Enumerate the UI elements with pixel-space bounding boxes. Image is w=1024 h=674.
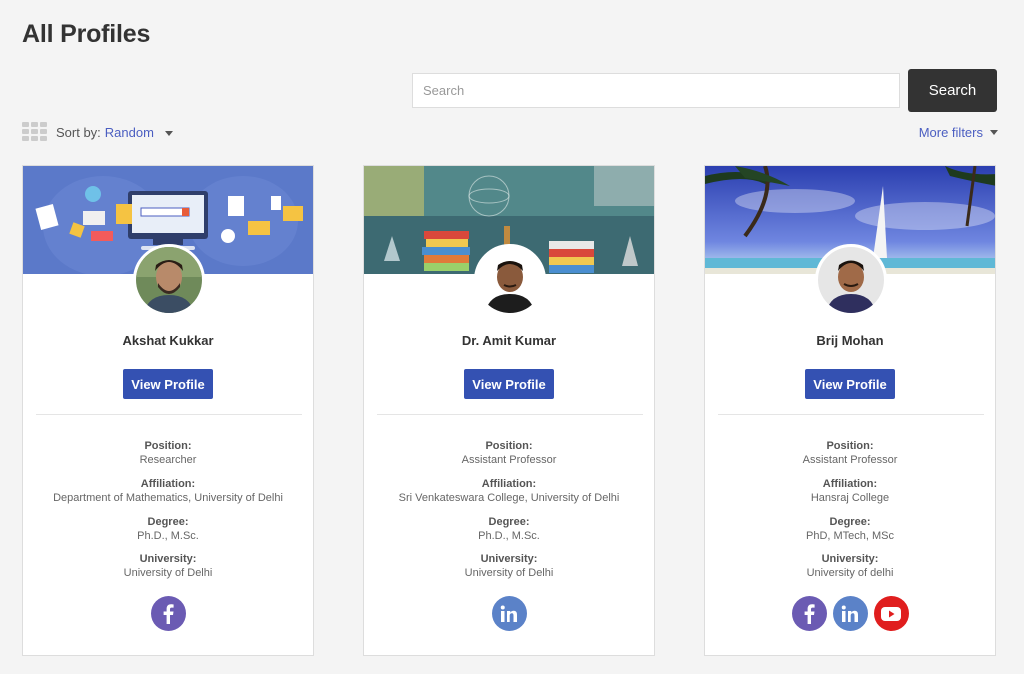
affiliation-value: Sri Venkateswara College, University of …: [398, 492, 620, 504]
affiliation-label: Affiliation:: [481, 478, 537, 490]
profile-card: Dr. Amit Kumar View Profile Position: As…: [363, 165, 655, 656]
university-label: University:: [480, 553, 538, 565]
university-value: University of Delhi: [464, 567, 554, 579]
university-label: University:: [139, 553, 197, 565]
degree-label: Degree:: [829, 516, 871, 528]
affiliation-label: Affiliation:: [822, 478, 878, 490]
degree-value: PhD, MTech, MSc: [805, 530, 895, 542]
profile-card: Akshat Kukkar View Profile Position: Res…: [22, 165, 314, 656]
university-label: University:: [821, 553, 879, 565]
university-field: University: University of Delhi: [23, 552, 313, 580]
facebook-icon[interactable]: [150, 596, 186, 631]
linkedin-icon[interactable]: [491, 596, 527, 631]
view-profile-button[interactable]: View Profile: [123, 369, 213, 399]
affiliation-label: Affiliation:: [140, 478, 196, 490]
position-label: Position:: [144, 440, 192, 452]
search-button[interactable]: Search: [908, 69, 997, 112]
page-title: All Profiles: [22, 20, 151, 48]
degree-value: Ph.D., M.Sc.: [137, 530, 199, 542]
search-input[interactable]: [412, 73, 900, 108]
university-value: University of delhi: [806, 567, 894, 579]
university-field: University: University of delhi: [705, 552, 995, 580]
chevron-down-icon: [990, 130, 998, 135]
position-value: Assistant Professor: [461, 454, 557, 466]
degree-field: Degree: Ph.D., M.Sc.: [364, 515, 654, 543]
profile-card: Brij Mohan View Profile Position: Assist…: [704, 165, 996, 656]
degree-label: Degree:: [147, 516, 189, 528]
degree-field: Degree: PhD, MTech, MSc: [705, 515, 995, 543]
youtube-icon[interactable]: [873, 596, 909, 631]
chevron-down-icon: [164, 130, 173, 136]
affiliation-field: Affiliation: Sri Venkateswara College, U…: [364, 477, 654, 505]
position-field: Position: Assistant Professor: [705, 439, 995, 467]
position-label: Position:: [485, 440, 533, 452]
view-profile-button[interactable]: View Profile: [805, 369, 895, 399]
divider: [718, 414, 984, 415]
profile-name: Brij Mohan: [816, 333, 884, 348]
degree-value: Ph.D., M.Sc.: [478, 530, 540, 542]
degree-label: Degree:: [488, 516, 530, 528]
avatar: [133, 244, 205, 316]
grid-view-icon[interactable]: [22, 122, 48, 142]
position-value: Researcher: [139, 454, 197, 466]
sort-dropdown[interactable]: Random: [105, 125, 173, 140]
university-value: University of Delhi: [123, 567, 213, 579]
position-value: Assistant Professor: [802, 454, 898, 466]
view-profile-button[interactable]: View Profile: [464, 369, 554, 399]
affiliation-value: Hansraj College: [810, 492, 890, 504]
social-links: [364, 596, 654, 631]
sort-bar: Sort by: Random: [22, 122, 173, 142]
avatar: [815, 244, 887, 316]
social-links: [705, 596, 995, 631]
affiliation-value: Department of Mathematics, University of…: [53, 492, 283, 504]
position-label: Position:: [826, 440, 874, 452]
university-field: University: University of Delhi: [364, 552, 654, 580]
avatar: [474, 244, 546, 316]
position-field: Position: Researcher: [23, 439, 313, 467]
social-links: [23, 596, 313, 631]
divider: [377, 414, 643, 415]
profile-name: Akshat Kukkar: [122, 333, 214, 348]
sort-value: Random: [104, 124, 154, 140]
affiliation-field: Affiliation: Hansraj College: [705, 477, 995, 505]
more-filters-dropdown[interactable]: More filters: [919, 125, 998, 140]
linkedin-icon[interactable]: [832, 596, 868, 631]
more-filters-label: More filters: [918, 125, 983, 140]
position-field: Position: Assistant Professor: [364, 439, 654, 467]
affiliation-field: Affiliation: Department of Mathematics, …: [23, 477, 313, 505]
divider: [36, 414, 302, 415]
profile-name: Dr. Amit Kumar: [461, 333, 557, 348]
degree-field: Degree: Ph.D., M.Sc.: [23, 515, 313, 543]
sort-label: Sort by:: [56, 124, 101, 140]
facebook-icon[interactable]: [791, 596, 827, 631]
